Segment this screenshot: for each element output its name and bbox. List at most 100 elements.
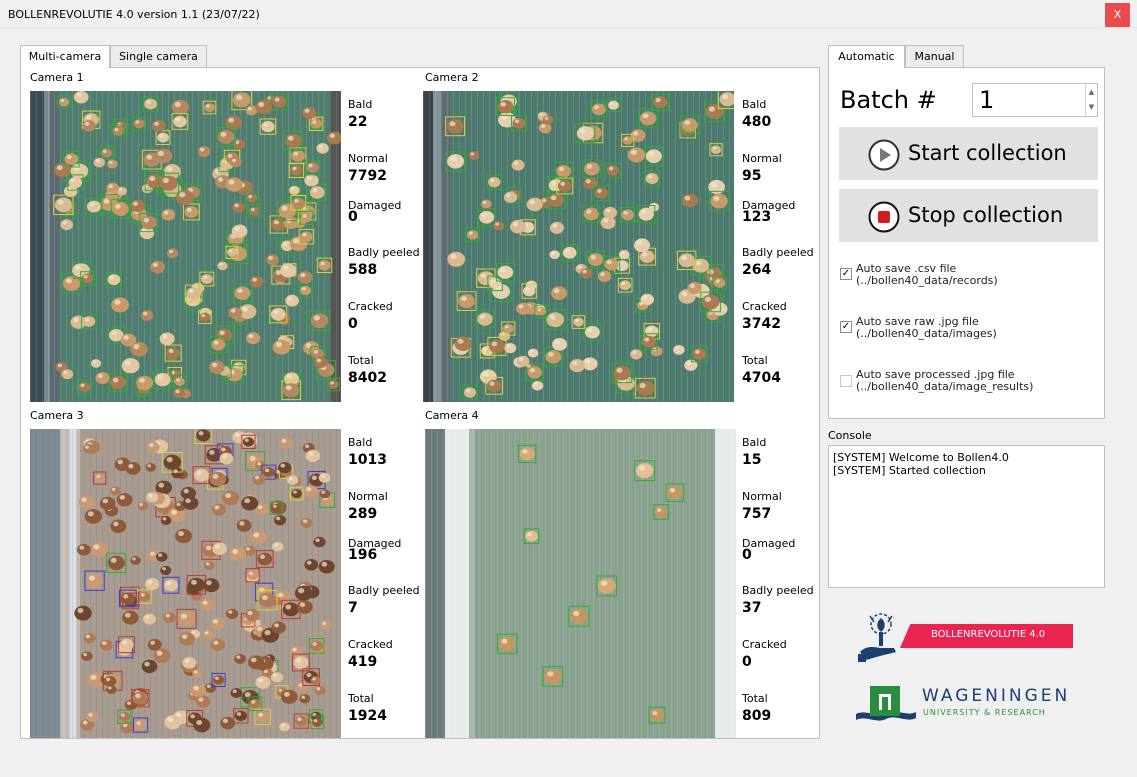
- stat-label-normal: Normal: [348, 490, 388, 503]
- camera-2-label: Camera 2: [425, 71, 479, 84]
- stat-label-badly-peeled: Badly peeled: [348, 246, 420, 259]
- batch-label: Batch #: [840, 86, 937, 114]
- stat-value-normal: 7792: [348, 168, 387, 184]
- camera-3-image: [30, 429, 341, 738]
- stat-value-bald: 1013: [348, 452, 387, 468]
- stat-label-cracked: Cracked: [348, 300, 393, 313]
- stat-label-cracked: Cracked: [742, 638, 787, 651]
- camera-1-label: Camera 1: [30, 71, 84, 84]
- stat-label-badly-peeled: Badly peeled: [742, 246, 814, 259]
- batch-number-value: 1: [979, 86, 995, 114]
- stat-label-badly-peeled: Badly peeled: [742, 584, 814, 597]
- stat-label-normal: Normal: [742, 152, 782, 165]
- camera-4-feed: [425, 429, 736, 738]
- stat-value-damaged: 0: [742, 547, 752, 563]
- camera-1-feed: [30, 91, 341, 402]
- auto-save-processed-jpg-checkbox[interactable]: [840, 375, 852, 387]
- stat-label-total: Total: [742, 354, 768, 367]
- stat-value-normal: 289: [348, 506, 378, 522]
- stat-label-cracked: Cracked: [348, 638, 393, 651]
- camera-4-image: [425, 429, 736, 738]
- batch-number-spinbox[interactable]: 1 ▲ ▼: [972, 83, 1098, 117]
- stat-value-badly-peeled: 264: [742, 262, 772, 278]
- stop-collection-label: Stop collection: [908, 203, 1064, 227]
- automatic-panel: Batch # 1 ▲ ▼ Start collection Stop coll…: [828, 67, 1105, 419]
- stat-value-damaged: 0: [348, 209, 358, 225]
- bulb-hand-icon: [858, 613, 896, 662]
- stat-label-total: Total: [742, 692, 768, 705]
- stat-value-normal: 757: [742, 506, 772, 522]
- stat-value-badly-peeled: 588: [348, 262, 378, 278]
- wur-name: WAGENINGEN: [922, 686, 1071, 706]
- camera-3-feed: [30, 429, 341, 738]
- stat-value-cracked: 3742: [742, 316, 781, 332]
- window-title: BOLLENREVOLUTIE 4.0 version 1.1 (23/07/2…: [8, 8, 260, 21]
- spin-up-icon[interactable]: ▲: [1086, 84, 1097, 100]
- auto-save-csv-checkbox[interactable]: ✓: [840, 268, 852, 280]
- stat-value-cracked: 419: [348, 654, 378, 670]
- auto-save-raw-path: (../bollen40_data/images): [856, 327, 997, 340]
- camera-4-label: Camera 4: [425, 409, 479, 422]
- multi-camera-panel: Camera 1 Bald 22 Normal 7792 Damaged 0 Badly p…: [20, 67, 820, 739]
- stat-value-bald: 22: [348, 114, 368, 130]
- stat-value-badly-peeled: 7: [348, 600, 358, 616]
- stat-label-bald: Bald: [348, 98, 373, 111]
- play-icon: [868, 139, 900, 171]
- tab-automatic[interactable]: Automatic: [828, 45, 905, 68]
- stat-label-bald: Bald: [742, 98, 767, 111]
- stat-value-total: 4704: [742, 370, 781, 386]
- stat-label-bald: Bald: [742, 436, 767, 449]
- console-line: [SYSTEM] Welcome to Bollen4.0: [833, 451, 1009, 464]
- stat-value-cracked: 0: [742, 654, 752, 670]
- console-line: [SYSTEM] Started collection: [833, 464, 986, 477]
- tab-manual[interactable]: Manual: [905, 45, 964, 67]
- stat-value-bald: 480: [742, 114, 772, 130]
- start-collection-button[interactable]: Start collection: [839, 127, 1098, 180]
- auto-save-raw-jpg-label: Auto save raw .jpg file (../bollen40_dat…: [856, 316, 997, 340]
- camera-2-image: [423, 91, 734, 402]
- start-collection-label: Start collection: [908, 141, 1067, 165]
- console-label: Console: [828, 429, 872, 442]
- bollenrevolutie-banner: BOLLENREVOLUTIE 4.0: [900, 624, 1073, 648]
- camera-2-feed: [423, 91, 734, 402]
- stat-value-damaged: 123: [742, 209, 772, 225]
- stat-value-total: 1924: [348, 708, 387, 724]
- spin-down-icon[interactable]: ▼: [1086, 100, 1097, 115]
- stat-label-cracked: Cracked: [742, 300, 787, 313]
- stat-value-badly-peeled: 37: [742, 600, 762, 616]
- bollenrevolutie-logo: BOLLENREVOLUTIE 4.0: [856, 612, 1076, 664]
- close-button[interactable]: X: [1105, 3, 1130, 27]
- wur-emblem-icon: [856, 686, 916, 721]
- auto-save-csv-label: Auto save .csv file (../bollen40_data/re…: [856, 263, 998, 287]
- stat-label-normal: Normal: [742, 490, 782, 503]
- stat-label-badly-peeled: Badly peeled: [348, 584, 420, 597]
- right-tab-bar: Automatic Manual: [828, 45, 1028, 68]
- auto-save-raw-jpg-checkbox[interactable]: ✓: [840, 321, 852, 333]
- spin-arrows[interactable]: ▲ ▼: [1085, 84, 1097, 116]
- stat-value-bald: 15: [742, 452, 762, 468]
- auto-save-csv-path: (../bollen40_data/records): [856, 274, 998, 287]
- stat-label-total: Total: [348, 354, 374, 367]
- stop-collection-button[interactable]: Stop collection: [839, 189, 1098, 242]
- stat-value-normal: 95: [742, 168, 762, 184]
- auto-save-processed-jpg-label: Auto save processed .jpg file (../bollen…: [856, 369, 1033, 393]
- stat-label-total: Total: [348, 692, 374, 705]
- camera-3-label: Camera 3: [30, 409, 84, 422]
- stop-icon: [868, 201, 900, 233]
- camera-1-image: [30, 91, 341, 402]
- bollenrevolutie-text: BOLLENREVOLUTIE 4.0: [931, 629, 1046, 640]
- wageningen-logo: WAGENINGEN UNIVERSITY & RESEARCH: [856, 684, 1086, 728]
- tab-multi-camera[interactable]: Multi-camera: [20, 45, 110, 68]
- wur-subtitle: UNIVERSITY & RESEARCH: [923, 708, 1046, 717]
- title-bar: BOLLENREVOLUTIE 4.0 version 1.1 (23/07/2…: [0, 0, 1137, 28]
- tab-single-camera[interactable]: Single camera: [110, 45, 207, 67]
- stat-value-cracked: 0: [348, 316, 358, 332]
- auto-save-processed-path: (../bollen40_data/image_results): [856, 380, 1034, 393]
- stat-label-bald: Bald: [348, 436, 373, 449]
- stat-value-damaged: 196: [348, 547, 378, 563]
- stat-value-total: 809: [742, 708, 772, 724]
- console-output: [SYSTEM] Welcome to Bollen4.0 [SYSTEM] S…: [828, 445, 1105, 588]
- stat-label-normal: Normal: [348, 152, 388, 165]
- left-tab-bar: Multi-camera Single camera: [20, 45, 220, 68]
- stat-value-total: 8402: [348, 370, 387, 386]
